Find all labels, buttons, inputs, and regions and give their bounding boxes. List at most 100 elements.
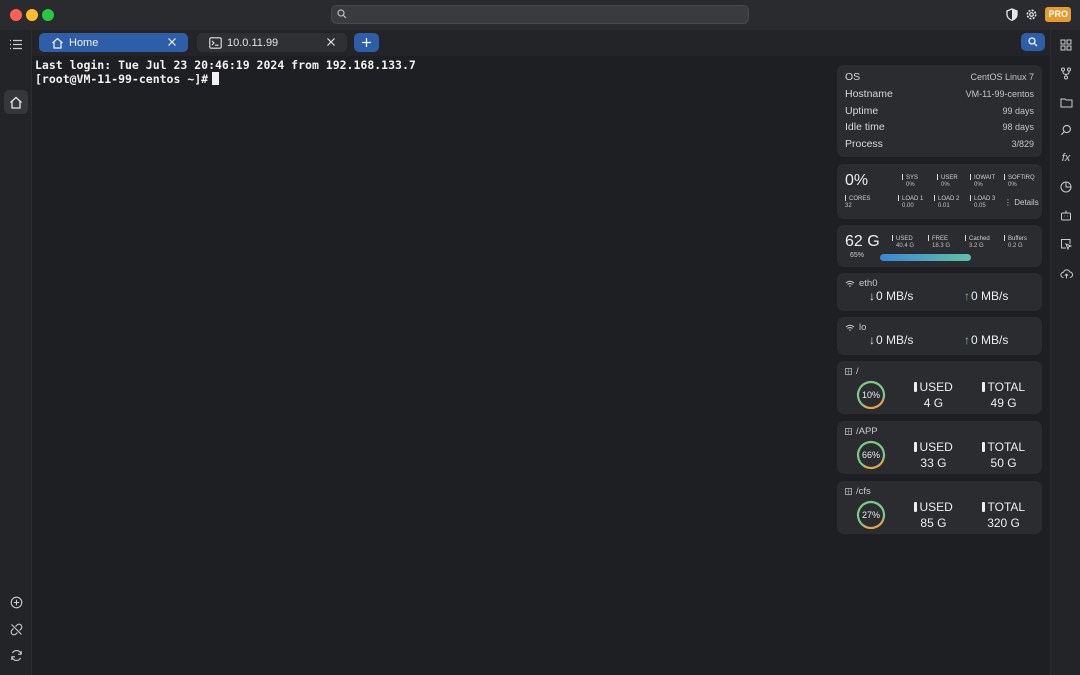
disk-card-app: /APP 66% USED 33 G TOTAL 50 G (837, 421, 1042, 474)
total-label: TOTAL (987, 440, 1026, 454)
sidebar-home-button[interactable] (4, 90, 28, 114)
download-value: 0 MB/s (876, 333, 914, 347)
pie-chart-icon[interactable] (1056, 177, 1076, 197)
interface-label: eth0 (859, 278, 878, 289)
home-icon (51, 37, 64, 49)
tab-host[interactable]: 10.0.11.99 (197, 33, 347, 52)
select-cursor-icon[interactable] (1056, 234, 1076, 254)
stat-value: 0.00 (902, 203, 914, 209)
cpu-stat-iowait: IOWAIT 0% (970, 174, 995, 189)
terminal-search-button[interactable] (1021, 33, 1045, 51)
stat-label: Cached (969, 236, 990, 242)
info-label: Uptime (845, 105, 879, 117)
used-label: USED (919, 440, 953, 454)
stat-label: SYS (906, 175, 919, 181)
cpu-load-2: LOAD 2 0.01 (934, 195, 959, 210)
search-icon (1028, 37, 1038, 47)
add-tab-button[interactable] (354, 33, 379, 52)
global-search-input[interactable] (331, 5, 749, 24)
terminal-icon (209, 36, 222, 49)
info-value: VM-11-99-centos (965, 89, 1034, 99)
add-circle-icon[interactable] (6, 592, 26, 612)
info-label: Hostname (845, 88, 893, 100)
stat-value: 32 (845, 203, 852, 209)
stat-value: 0.2 G (1008, 243, 1023, 249)
stat-label: SOFTIRQ (1008, 175, 1035, 181)
interface-label: lo (859, 322, 867, 333)
stat-value: 18.3 G (932, 243, 951, 249)
disk-total: TOTAL 50 G (982, 440, 1025, 470)
cpu-stat-sys: SYS 0% (902, 174, 918, 189)
cpu-cores: CORES 32 (845, 195, 870, 210)
plus-icon (362, 38, 371, 47)
disk-percent: 10% (861, 390, 880, 400)
mount-label: /cfs (856, 486, 871, 497)
terminal-prompt: [root@VM-11-99-centos ~]# (35, 72, 209, 86)
network-interface-name: lo (845, 322, 866, 333)
total-value: 49 G (990, 396, 1017, 410)
arrow-down-icon: ↓ (869, 333, 875, 347)
shield-icon[interactable] (1006, 8, 1019, 21)
cpu-stat-user: USER 0% (937, 174, 958, 189)
cpu-card: 0% SYS 0% USER 0% IOWAIT 0% SOFTIRQ 0% CORES… (837, 164, 1042, 219)
info-row-hostname: Hostname VM-11-99-centos (845, 86, 1034, 102)
stat-label: USER (941, 175, 958, 181)
stat-label: Buffers (1008, 236, 1027, 242)
memory-total: 62 G (845, 233, 880, 250)
right-toolbar: fx (1050, 30, 1080, 675)
total-value: 50 G (990, 456, 1017, 470)
cpu-stat-softirq: SOFTIRQ 0% (1004, 174, 1035, 189)
stat-value: 0.05 (974, 203, 986, 209)
memory-stat-cached: Cached 3.2 G (965, 235, 990, 250)
cpu-load-1: LOAD 1 0.00 (898, 195, 923, 210)
stat-label: USED (896, 236, 913, 242)
info-row-os: OS CentOS Linux 7 (845, 69, 1034, 85)
stat-value: 0% (974, 182, 983, 188)
memory-usage-bar (880, 254, 971, 261)
refresh-icon[interactable] (6, 645, 26, 665)
minimize-window-button[interactable] (26, 9, 38, 21)
zoom-window-button[interactable] (42, 9, 54, 21)
stat-label: LOAD 3 (974, 196, 996, 202)
network-download: ↓ 0 MB/s (869, 333, 913, 347)
unlink-icon[interactable] (6, 619, 26, 639)
list-icon[interactable] (6, 34, 26, 54)
network-card-eth0: eth0 ↓ 0 MB/s ↑ 0 MB/s (837, 273, 1042, 311)
info-value: 99 days (1002, 106, 1034, 116)
disk-used: USED 85 G (914, 500, 953, 530)
close-window-button[interactable] (10, 9, 22, 21)
gear-icon[interactable] (1025, 8, 1038, 21)
search-icon (337, 9, 347, 19)
close-tab-icon[interactable] (166, 36, 178, 48)
search-icon[interactable] (1056, 120, 1076, 140)
disk-card-cfs: /cfs 27% USED 85 G TOTAL 320 G (837, 481, 1042, 534)
folder-icon[interactable] (1056, 92, 1076, 112)
network-upload: ↑ 0 MB/s (964, 289, 1008, 303)
wifi-icon (845, 324, 855, 331)
used-label: USED (919, 500, 953, 514)
robot-icon[interactable] (1056, 205, 1076, 225)
network-upload: ↑ 0 MB/s (964, 333, 1008, 347)
memory-stat-used: USED 40.4 G (892, 235, 914, 250)
pro-badge[interactable]: PRO (1045, 7, 1071, 22)
stat-label: LOAD 1 (902, 196, 924, 202)
close-tab-icon[interactable] (325, 36, 337, 48)
disk-icon (845, 428, 852, 435)
info-label: Process (845, 138, 883, 150)
info-label: OS (845, 71, 861, 83)
network-card-lo: lo ↓ 0 MB/s ↑ 0 MB/s (837, 317, 1042, 355)
disk-icon (845, 368, 852, 375)
memory-stat-free: FREE 18.3 G (928, 235, 950, 250)
cpu-details-link[interactable]: ⋮ Details (1004, 198, 1039, 207)
stat-label: LOAD 2 (938, 196, 960, 202)
total-label: TOTAL (987, 500, 1026, 514)
grid-icon[interactable] (1056, 35, 1076, 55)
branch-icon[interactable] (1056, 63, 1076, 83)
cloud-upload-icon[interactable] (1056, 263, 1076, 283)
wifi-icon (845, 280, 855, 287)
tab-home[interactable]: Home (39, 33, 188, 52)
terminal-prompt-line: [root@VM-11-99-centos ~]# (35, 72, 220, 86)
info-row-idle-time: Idle time 98 days (845, 119, 1034, 135)
function-icon[interactable]: fx (1056, 148, 1076, 168)
stat-value: 0% (1008, 182, 1017, 188)
